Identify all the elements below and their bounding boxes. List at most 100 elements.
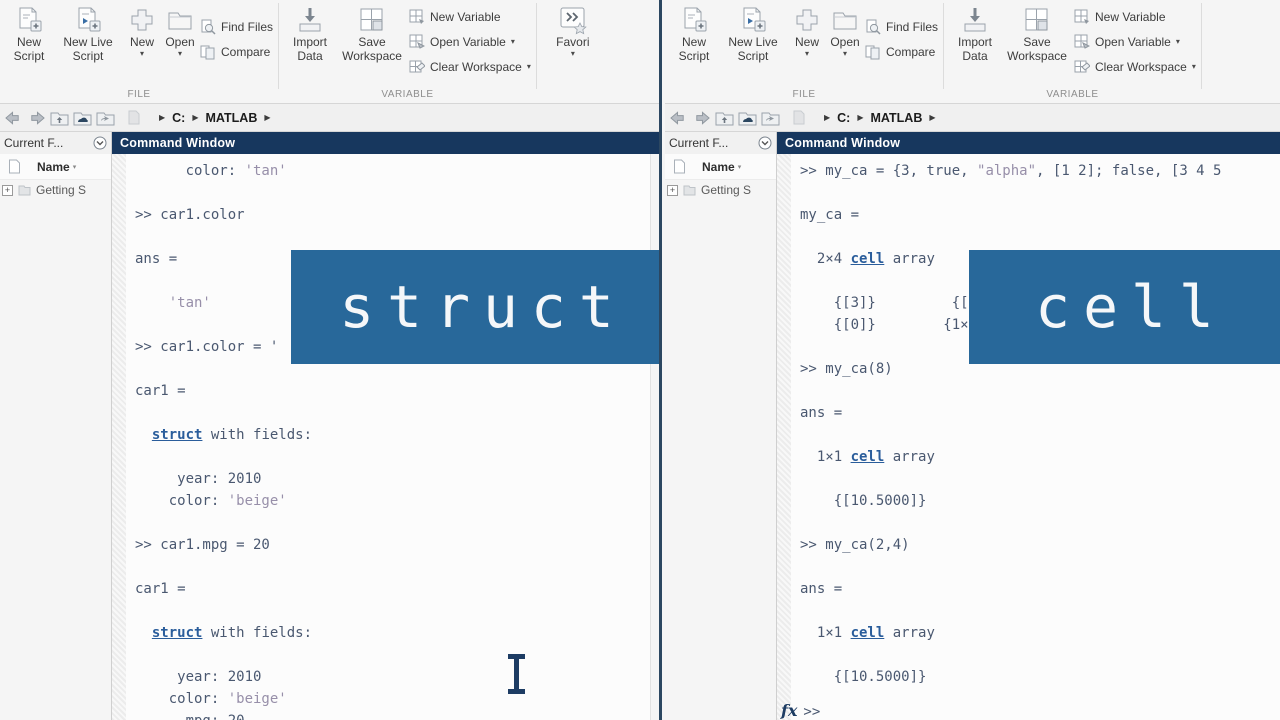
save-workspace-label: Save Workspace [1001, 35, 1073, 63]
current-path-icon [789, 109, 809, 127]
expand-plus-icon[interactable]: + [667, 185, 678, 196]
console-text: my_ca = [800, 207, 859, 223]
forward-icon[interactable] [26, 109, 46, 127]
new-script-button[interactable]: New Script [5, 0, 53, 63]
up-folder-icon[interactable] [49, 109, 69, 127]
console-text: >> my_ca(8) [800, 361, 893, 377]
current-folder-header: Current F... [0, 132, 111, 154]
panel-menu-icon[interactable] [93, 136, 107, 150]
cell-doc-link[interactable]: cell [851, 251, 885, 267]
console-text: 2×4 [800, 251, 851, 267]
dropdown-caret-icon: ▾ [178, 49, 182, 58]
name-column-header[interactable]: Name ▾ [665, 154, 776, 180]
clear-workspace-button[interactable]: Clear Workspace ▾ [408, 54, 531, 79]
cell-doc-link[interactable]: cell [851, 625, 885, 641]
open-button[interactable]: Open ▾ [826, 0, 864, 58]
open-variable-button[interactable]: Open Variable ▾ [1073, 29, 1196, 54]
compare-button[interactable]: Compare [864, 39, 938, 64]
file-icon [8, 159, 21, 174]
new-button[interactable]: New ▾ [123, 0, 161, 58]
save-workspace-button[interactable]: Save Workspace [1001, 0, 1073, 63]
command-window-body[interactable]: >> my_ca = {3, true, "alpha", [1 2]; fal… [777, 154, 1280, 720]
struct-doc-link[interactable]: struct [152, 625, 203, 641]
back-icon[interactable] [3, 109, 23, 127]
open-variable-button[interactable]: Open Variable ▾ [408, 29, 531, 54]
current-folder-panel: Current F... Name ▾ + [665, 132, 777, 720]
new-script-icon [679, 5, 709, 35]
folder-tree-item[interactable]: + Getting S [0, 180, 111, 200]
console-line [135, 556, 662, 578]
cloud-folder-icon[interactable] [72, 109, 92, 127]
cloud-folder-icon[interactable] [737, 109, 757, 127]
clear-workspace-icon [408, 58, 425, 75]
clear-workspace-button[interactable]: Clear Workspace ▾ [1073, 54, 1196, 79]
new-script-icon [14, 5, 44, 35]
command-window-header[interactable]: Command Window [777, 132, 1280, 154]
folder-tree-item[interactable]: + Getting S [665, 180, 776, 200]
console-text: >> my_ca = {3, true, [800, 163, 977, 179]
console-text: ans = [800, 581, 842, 597]
find-files-label: Find Files [221, 20, 273, 34]
expand-plus-icon[interactable]: + [2, 185, 13, 196]
command-window-header[interactable]: Command Window [112, 132, 662, 154]
breadcrumb-drive[interactable]: C: [837, 111, 850, 125]
console-text: year: 2010 [135, 669, 261, 685]
file-group-label: FILE [665, 89, 943, 100]
compare-button[interactable]: Compare [199, 39, 273, 64]
console-line [800, 226, 1280, 248]
breadcrumb-folder[interactable]: MATLAB [871, 111, 923, 125]
up-folder-icon[interactable] [714, 109, 734, 127]
command-prompt-line: fx >> [781, 698, 820, 720]
import-data-button[interactable]: Import Data [284, 0, 336, 63]
vertical-scrollbar[interactable] [650, 154, 662, 720]
name-column-header[interactable]: Name ▾ [0, 154, 111, 180]
new-variable-button[interactable]: New Variable [1073, 4, 1196, 29]
new-button[interactable]: New ▾ [788, 0, 826, 58]
struct-doc-link[interactable]: struct [152, 427, 203, 443]
breadcrumb-drive[interactable]: C: [172, 111, 185, 125]
fx-function-hints-icon[interactable]: fx [781, 701, 797, 720]
forward-icon[interactable] [691, 109, 711, 127]
breadcrumb-folder[interactable]: MATLAB [206, 111, 258, 125]
dropdown-caret-icon: ▾ [1176, 37, 1180, 46]
console-line: color: 'tan' [135, 160, 662, 182]
browse-folder-icon[interactable] [95, 109, 115, 127]
save-workspace-button[interactable]: Save Workspace [336, 0, 408, 63]
current-path-icon [124, 109, 144, 127]
new-variable-icon [1073, 8, 1090, 25]
ribbon-group-file: New Script New Live Script New ▾ [0, 0, 278, 103]
import-data-button[interactable]: Import Data [949, 0, 1001, 63]
open-variable-icon [1073, 33, 1090, 50]
console-text: with fields: [202, 427, 312, 443]
open-button[interactable]: Open ▾ [161, 0, 199, 58]
panel-menu-icon[interactable] [758, 136, 772, 150]
back-icon[interactable] [668, 109, 688, 127]
address-bar: ▶ C: ▶ MATLAB ▶ [665, 104, 1280, 132]
address-bar: ▶ C: ▶ MATLAB ▶ [0, 104, 662, 132]
console-line [800, 380, 1280, 402]
new-live-script-label: New Live Script [53, 35, 123, 63]
new-live-script-button[interactable]: New Live Script [53, 0, 123, 63]
new-live-script-button[interactable]: New Live Script [718, 0, 788, 63]
command-prompt[interactable]: >> [803, 704, 820, 720]
console-text: , [1 2]; false, [3 4 5 [1036, 163, 1221, 179]
console-line [135, 402, 662, 424]
find-files-button[interactable]: Find Files [864, 14, 938, 39]
console-text: array [884, 625, 935, 641]
open-variable-label: Open Variable [1095, 35, 1171, 49]
favorites-icon [558, 5, 588, 35]
struct-banner-text: struct [339, 273, 627, 341]
new-script-button[interactable]: New Script [670, 0, 718, 63]
import-data-icon [295, 5, 325, 35]
save-workspace-icon [357, 5, 387, 35]
ribbon-group-variable: Import Data Save Workspace New Variable [944, 0, 1201, 103]
find-files-button[interactable]: Find Files [199, 14, 273, 39]
browse-folder-icon[interactable] [760, 109, 780, 127]
console-text: color: [135, 163, 245, 179]
cell-doc-link[interactable]: cell [851, 449, 885, 465]
new-variable-button[interactable]: New Variable [408, 4, 531, 29]
command-window-body[interactable]: color: 'tan'>> car1.colorans = 'tan'>> c… [112, 154, 662, 720]
console-text: with fields: [202, 625, 312, 641]
console-line [135, 182, 662, 204]
favorites-button[interactable]: Favori ▾ [548, 0, 598, 58]
